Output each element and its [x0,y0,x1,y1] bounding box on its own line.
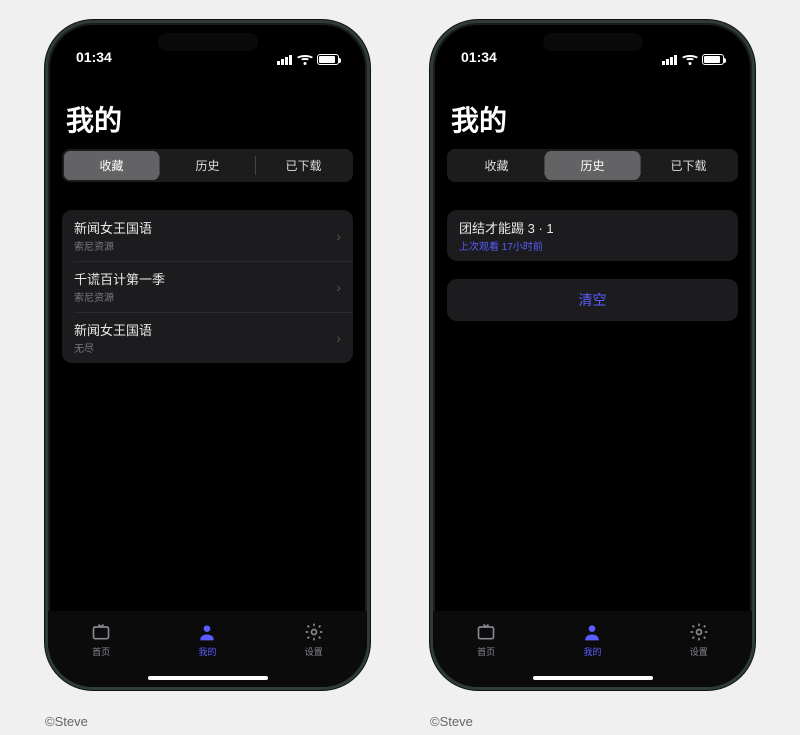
item-title: 团结才能踢 3 · 1 [459,218,554,237]
tab-label: 首页 [92,645,110,658]
content: 我的 收藏 历史 已下载 团结才能踢 3 · 1 上次观看 17小时前 清空 [433,69,752,611]
tab-label: 设置 [690,645,708,658]
cellular-icon [662,55,677,65]
item-title: 新闻女王国语 [74,320,152,339]
page-title: 我的 [451,99,738,139]
person-icon [581,621,603,643]
segment-downloaded[interactable]: 已下载 [641,151,736,180]
battery-icon [317,54,339,65]
item-subtitle: 索尼资源 [74,289,165,304]
watermark: ©Steve [45,714,88,729]
watermark: ©Steve [430,714,473,729]
chevron-right-icon: › [336,228,341,244]
status-time: 01:34 [76,49,112,65]
list-item[interactable]: 新闻女王国语 无尽 › [62,312,353,363]
content: 我的 收藏 历史 已下载 新闻女王国语 索尼资源 › 千谎百计第一季 索尼资源 [48,69,367,611]
list-item[interactable]: 团结才能踢 3 · 1 上次观看 17小时前 [447,210,738,261]
item-subtitle: 索尼资源 [74,238,152,253]
segment-control: 收藏 历史 已下载 [447,149,738,182]
cellular-icon [277,55,292,65]
item-title: 千谎百计第一季 [74,269,165,288]
tabbar: 首页 我的 设置 [48,611,367,687]
notch [158,33,258,51]
tab-mine[interactable]: 我的 [581,621,603,658]
home-icon [475,621,497,643]
notch [543,33,643,51]
tab-label: 首页 [477,645,495,658]
gear-icon [688,621,710,643]
tab-settings[interactable]: 设置 [688,621,710,658]
wifi-icon [297,54,312,65]
segment-history[interactable]: 历史 [160,151,255,180]
home-indicator [148,676,268,680]
tab-home[interactable]: 首页 [90,621,112,658]
phone-right: 01:34 我的 收藏 历史 已下载 团结才能踢 3 · 1 上次观看 17小时… [430,20,755,690]
gear-icon [303,621,325,643]
tabbar: 首页 我的 设置 [433,611,752,687]
chevron-right-icon: › [336,330,341,346]
home-indicator [533,676,653,680]
segment-history[interactable]: 历史 [545,151,640,180]
tab-label: 设置 [305,645,323,658]
clear-button[interactable]: 清空 [447,279,738,321]
person-icon [196,621,218,643]
home-icon [90,621,112,643]
list-item[interactable]: 千谎百计第一季 索尼资源 › [62,261,353,312]
favorites-list: 新闻女王国语 索尼资源 › 千谎百计第一季 索尼资源 › 新闻女王国语 无尽 › [62,210,353,363]
wifi-icon [682,54,697,65]
segment-favorites[interactable]: 收藏 [449,151,544,180]
phone-left: 01:34 我的 收藏 历史 已下载 新闻女王国语 索尼资源 › [45,20,370,690]
tab-settings[interactable]: 设置 [303,621,325,658]
chevron-right-icon: › [336,279,341,295]
item-subtitle: 上次观看 17小时前 [459,238,554,253]
item-subtitle: 无尽 [74,340,152,355]
list-item[interactable]: 新闻女王国语 索尼资源 › [62,210,353,261]
history-list: 团结才能踢 3 · 1 上次观看 17小时前 [447,210,738,261]
item-title: 新闻女王国语 [74,218,152,237]
tab-label: 我的 [583,645,601,658]
status-time: 01:34 [461,49,497,65]
page-title: 我的 [66,99,353,139]
segment-control: 收藏 历史 已下载 [62,149,353,182]
segment-downloaded[interactable]: 已下载 [256,151,351,180]
battery-icon [702,54,724,65]
tab-home[interactable]: 首页 [475,621,497,658]
tab-label: 我的 [198,645,216,658]
segment-favorites[interactable]: 收藏 [64,151,159,180]
tab-mine[interactable]: 我的 [196,621,218,658]
